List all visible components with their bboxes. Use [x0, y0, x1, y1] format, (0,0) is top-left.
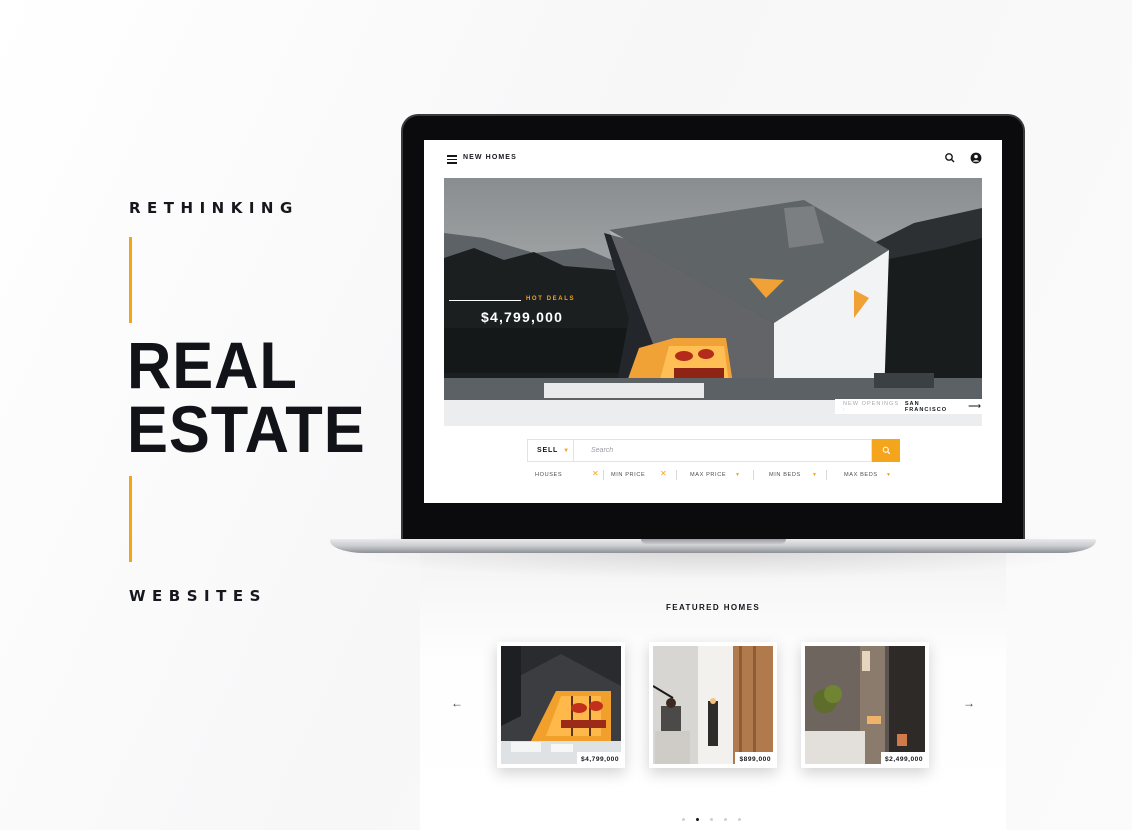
kicker-rethinking: RETHINKING: [129, 199, 299, 217]
carousel-prev-arrow[interactable]: ←: [451, 696, 463, 710]
headline-line-2: ESTATE: [127, 392, 366, 466]
close-icon[interactable]: ✕: [660, 469, 667, 478]
featured-card-2[interactable]: $899,000: [649, 642, 777, 768]
search-icon: [882, 446, 890, 455]
filter-houses[interactable]: HOUSES ✕: [535, 468, 603, 482]
chevron-down-icon: ▼: [812, 472, 818, 478]
filter-max-price[interactable]: MAX PRICE ▼: [690, 468, 750, 482]
chevron-down-icon: ▼: [886, 472, 892, 478]
search-icon[interactable]: [944, 152, 956, 164]
filter-divider: [826, 470, 827, 480]
site-header: NEW HOMES: [424, 140, 1002, 178]
featured-price-1: $4,799,000: [576, 752, 623, 766]
arrow-right-icon: ⟶: [968, 401, 982, 411]
site-brand[interactable]: NEW HOMES: [463, 154, 517, 161]
headline: REAL ESTATE: [127, 328, 366, 466]
laptop-notch: [641, 539, 786, 544]
filter-label: MIN PRICE: [611, 472, 646, 478]
featured-card-3[interactable]: $2,499,000: [801, 642, 929, 768]
chevron-down-icon: ▼: [563, 447, 570, 454]
laptop-screen: NEW HOMES HOT DEALS $4,799,000 NEW OPENI…: [424, 140, 1002, 503]
headline-line-1: REAL: [127, 328, 298, 402]
carousel-pagination: [682, 818, 752, 821]
featured-price-2: $899,000: [735, 752, 775, 766]
sell-mode-select[interactable]: SELL ▼: [527, 439, 574, 462]
featured-photo-2: [653, 646, 773, 764]
search-button[interactable]: [872, 439, 900, 462]
filter-divider: [603, 470, 604, 480]
kicker-websites: WEBSITES: [129, 587, 267, 605]
filter-max-beds[interactable]: MAX BEDS ▼: [844, 468, 899, 482]
close-icon[interactable]: ✕: [592, 469, 599, 478]
featured-price-3: $2,499,000: [880, 752, 927, 766]
filter-min-price[interactable]: MIN PRICE ✕: [611, 468, 676, 482]
filter-bar: HOUSES ✕ MIN PRICE ✕ MAX PRICE ▼ MIN BED…: [527, 468, 900, 482]
sell-mode-value: SELL: [537, 447, 559, 454]
chevron-down-icon: ▼: [735, 472, 741, 478]
filter-min-beds[interactable]: MIN BEDS ▼: [769, 468, 824, 482]
filter-label: MAX BEDS: [844, 472, 878, 478]
hamburger-icon[interactable]: [447, 155, 457, 164]
filter-label: HOUSES: [535, 472, 563, 478]
new-openings-city: SAN FRANCISCO: [904, 400, 948, 413]
filter-label: MIN BEDS: [769, 472, 801, 478]
carousel-next-arrow[interactable]: →: [963, 696, 975, 710]
carousel-dot[interactable]: [682, 818, 685, 821]
search-input[interactable]: [574, 439, 872, 462]
featured-homes-title: FEATURED HOMES: [665, 603, 761, 612]
carousel-dot[interactable]: [738, 818, 741, 821]
featured-photo-3: [805, 646, 925, 764]
hero-house-image: [444, 178, 982, 426]
new-openings-prefix: NEW OPENINGS :: [843, 400, 900, 413]
search-bar: SELL ▼: [527, 439, 900, 462]
hot-deals-label: HOT DEALS: [526, 296, 576, 302]
carousel-dot-active[interactable]: [696, 818, 699, 821]
featured-photo-1: [501, 646, 621, 764]
hot-deals-rule: [449, 300, 521, 301]
hot-deals-price[interactable]: $4,799,000: [481, 309, 563, 325]
featured-homes-section: FEATURED HOMES ← → $4,799,000 $899,000 $…: [420, 553, 1006, 830]
carousel-dot[interactable]: [710, 818, 713, 821]
new-openings-link[interactable]: NEW OPENINGS : SAN FRANCISCO ⟶: [835, 399, 982, 414]
accent-divider-top: [129, 237, 132, 323]
carousel-dot[interactable]: [724, 818, 727, 821]
accent-divider-bottom: [129, 476, 132, 562]
hero-banner: HOT DEALS $4,799,000 NEW OPENINGS : SAN …: [444, 178, 982, 426]
featured-card-1[interactable]: $4,799,000: [497, 642, 625, 768]
filter-label: MAX PRICE: [690, 472, 727, 478]
filter-divider: [753, 470, 754, 480]
filter-divider: [676, 470, 677, 480]
user-icon[interactable]: [970, 152, 982, 164]
